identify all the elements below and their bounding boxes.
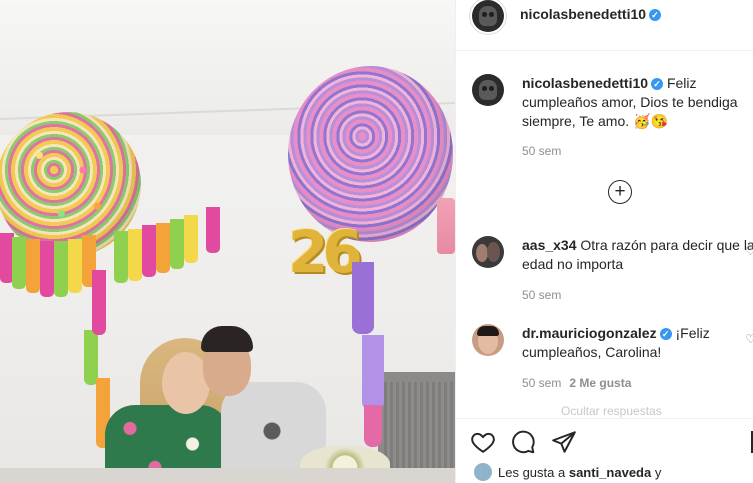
tassel — [206, 207, 220, 253]
tassel — [40, 241, 54, 297]
load-more-comments-button[interactable]: + — [608, 180, 632, 204]
comment-username[interactable]: dr.mauriciogonzalez — [522, 325, 657, 341]
comment-username[interactable]: aas_x34 — [522, 237, 577, 253]
comment-likes-count[interactable]: 2 Me gusta — [569, 376, 631, 390]
tassel — [142, 225, 156, 277]
comment-icon[interactable] — [510, 429, 536, 455]
share-icon[interactable] — [551, 429, 577, 455]
liker-username[interactable]: santi_naveda — [569, 465, 651, 480]
number-balloon: 26 — [288, 218, 363, 286]
tassel — [170, 219, 184, 269]
confetti-balloon-right — [288, 66, 453, 242]
tassel-string-pink — [92, 270, 106, 335]
photo-table — [0, 468, 455, 483]
comment-like-heart-icon[interactable]: ♡ — [745, 244, 753, 258]
tassel-garland — [0, 195, 240, 315]
skull-logo-icon — [479, 80, 497, 100]
caption-avatar[interactable] — [472, 74, 504, 106]
likes-summary: Les gusta a santi_naveda y — [474, 463, 661, 481]
likes-prefix: Les gusta a — [498, 465, 566, 480]
tassel-string-purple — [352, 262, 374, 334]
verified-badge-icon: ✓ — [651, 78, 664, 90]
tassel — [12, 237, 26, 289]
tassel — [26, 239, 40, 293]
man-hair — [201, 326, 253, 352]
author-avatar[interactable] — [472, 0, 504, 32]
tassel — [184, 215, 198, 263]
tassel-string-lilac — [362, 335, 384, 410]
post-photo[interactable]: 26 — [0, 0, 455, 483]
verified-badge-icon: ✓ — [649, 9, 662, 21]
caption-text-block: nicolasbenedetti10 ✓ Feliz cumpleaños amo… — [522, 74, 753, 131]
header-user: nicolasbenedetti10 ✓ — [520, 6, 662, 24]
likes-suffix: y — [654, 465, 662, 480]
comment-text-block: dr.mauriciogonzalez ✓ ¡Feliz cumpleaños, … — [522, 324, 753, 362]
avatar-person — [487, 242, 500, 262]
post-action-bar: Les gusta a santi_naveda y — [456, 418, 753, 483]
commenter-avatar[interactable] — [472, 324, 504, 356]
tassel — [114, 231, 128, 283]
tassel-string-green — [84, 330, 98, 385]
tassel — [54, 241, 68, 297]
comment-time[interactable]: 50 sem — [522, 288, 561, 302]
comment-time[interactable]: 50 sem — [522, 376, 561, 390]
comment-text-block: aas_x34 Otra razón para decir que la eda… — [522, 236, 753, 274]
comment-like-heart-icon[interactable]: ♡ — [745, 332, 753, 346]
comment-meta: 50 sem 2 Me gusta — [522, 376, 631, 390]
tassel-string-rose — [364, 405, 382, 447]
tassel — [68, 239, 82, 293]
verified-badge-icon: ✓ — [659, 328, 672, 340]
pink-tassel-edge — [437, 198, 455, 254]
heart-icon[interactable] — [470, 429, 496, 455]
avatar-hair — [477, 326, 499, 336]
commenter-avatar[interactable] — [472, 236, 504, 268]
post-side-panel: nicolasbenedetti10 ✓ nicolasbenedetti10 ✓ … — [455, 0, 753, 483]
caption-username[interactable]: nicolasbenedetti10 — [522, 75, 648, 91]
skull-logo-icon — [479, 6, 497, 26]
tassel — [156, 223, 170, 273]
caption-time[interactable]: 50 sem — [522, 144, 561, 158]
header-username[interactable]: nicolasbenedetti10 — [520, 6, 646, 22]
post-header: nicolasbenedetti10 ✓ — [456, 0, 753, 51]
tassel — [128, 229, 142, 281]
hidden-replies-link[interactable]: Ocultar respuestas — [561, 404, 662, 418]
liker-avatar[interactable] — [474, 463, 492, 481]
instagram-post: 26 nicolasbenedetti10 ✓ nicolasbenedetti… — [0, 0, 753, 483]
